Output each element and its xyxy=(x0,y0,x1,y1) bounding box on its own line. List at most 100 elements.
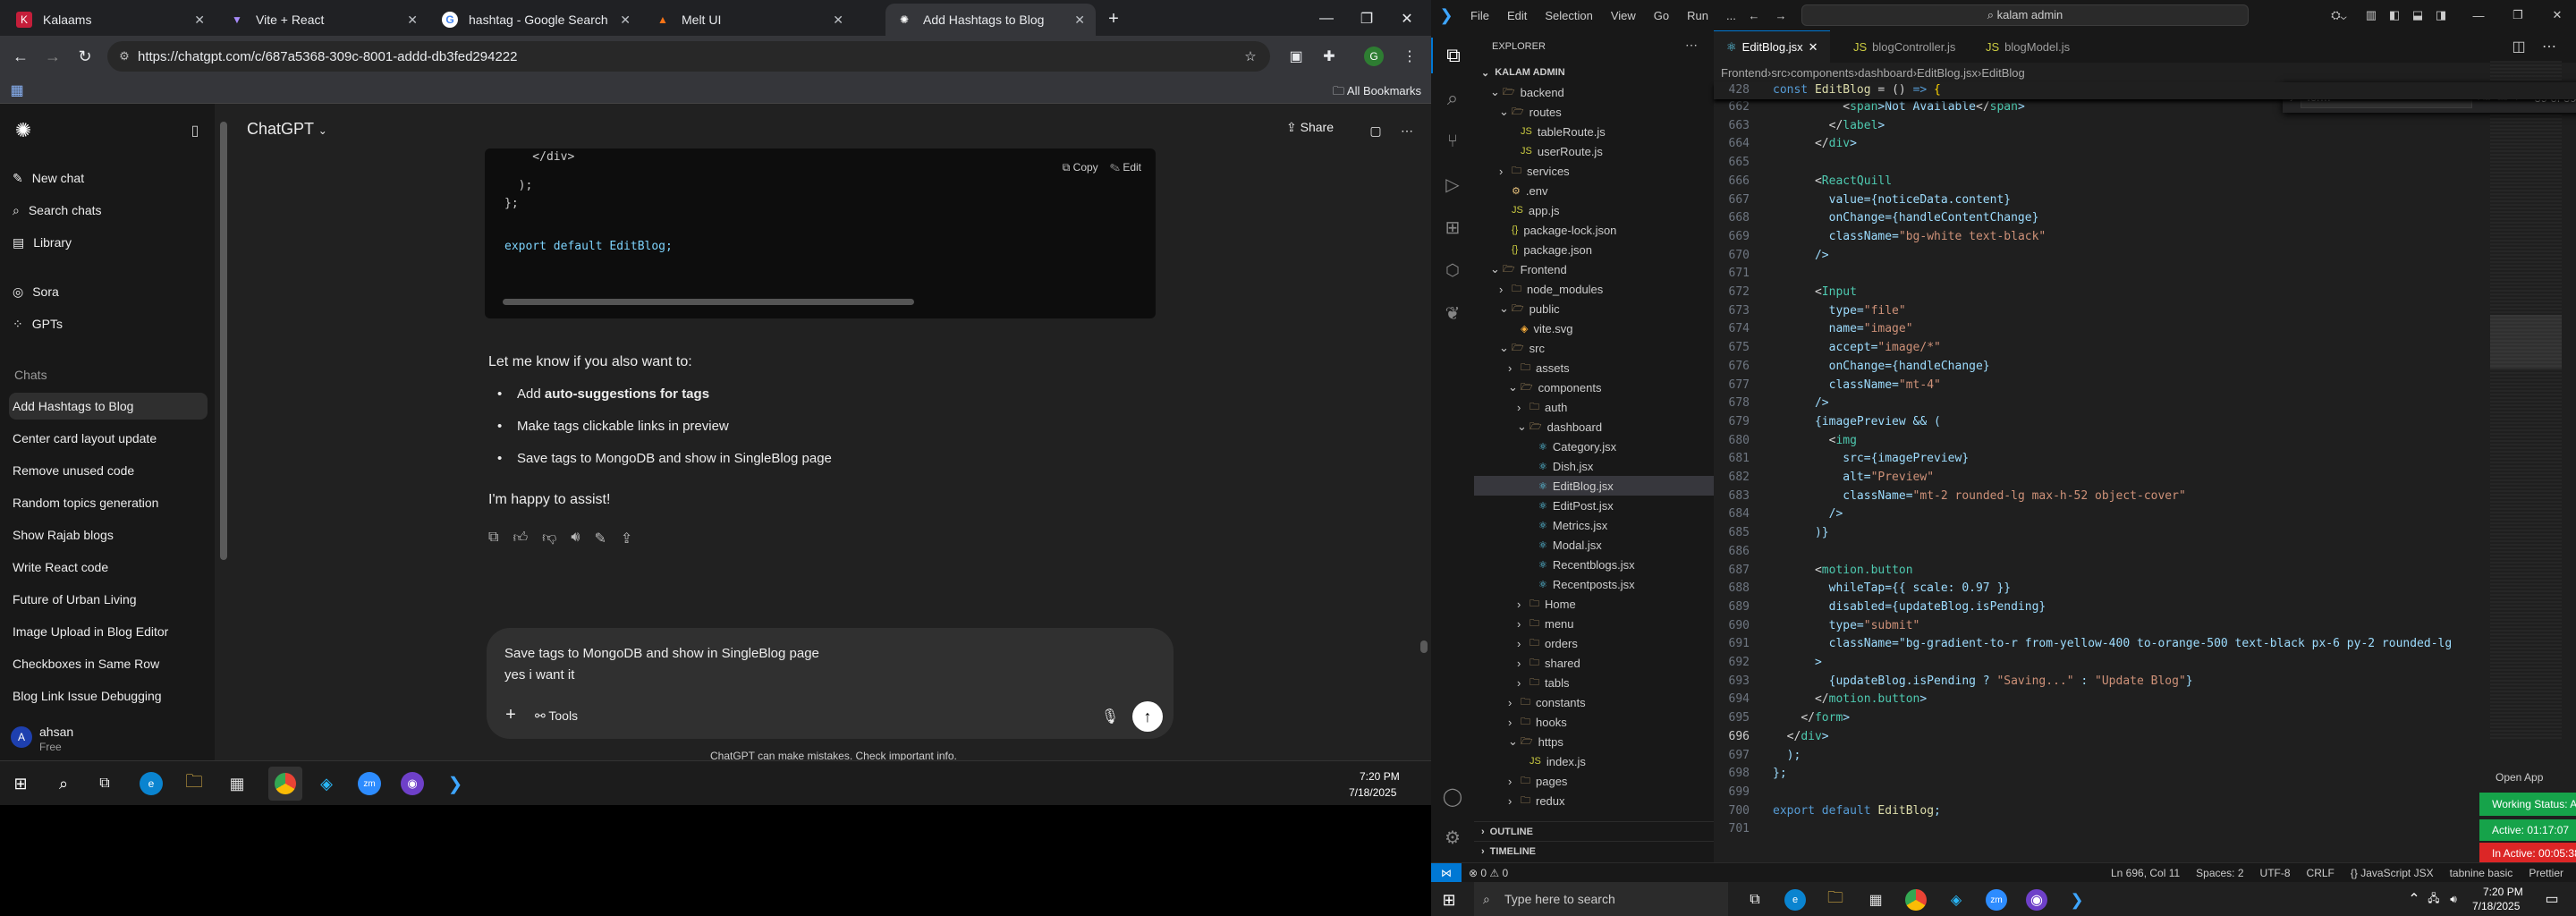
forward-arrow-icon[interactable]: → xyxy=(1771,5,1791,25)
extension-icon[interactable]: ▣ xyxy=(1286,47,1306,66)
tree-file[interactable]: JS index.js xyxy=(1474,751,1714,771)
breadcrumb-item[interactable]: components xyxy=(1791,66,1854,80)
tree-file[interactable]: ⚙ .env xyxy=(1474,181,1714,200)
share-button[interactable]: ⇪ Share xyxy=(1286,120,1334,135)
tree-folder[interactable]: ⌄ 🗁 https xyxy=(1474,732,1714,751)
chat-item[interactable]: Blog Link Issue Debugging xyxy=(9,683,208,709)
mongodb-leaf-icon[interactable]: ❦ xyxy=(1431,295,1474,331)
tree-folder[interactable]: › 🗀 auth xyxy=(1474,397,1714,417)
tree-file[interactable]: ⚛ Dish.jsx xyxy=(1474,456,1714,476)
tree-folder[interactable]: ⌄ 🗁 dashboard xyxy=(1474,417,1714,437)
taskbar-search-input[interactable]: ⌕ Type here to search xyxy=(1474,882,1728,916)
run-debug-icon[interactable]: ▷ xyxy=(1431,166,1474,202)
thumbs-up-icon[interactable]: 👍︎ xyxy=(513,530,528,547)
speaker-icon[interactable]: 🔊︎ xyxy=(571,530,580,547)
task-view-icon[interactable]: ⧉ xyxy=(95,774,114,793)
store-icon[interactable]: ▦ xyxy=(1865,889,1886,911)
message-composer[interactable]: Save tags to MongoDB and show in SingleB… xyxy=(487,628,1174,739)
close-icon[interactable]: ✕ xyxy=(1809,40,1818,55)
volume-icon[interactable]: 🔊︎ xyxy=(2445,891,2462,907)
status-item[interactable]: Spaces: 2 xyxy=(2196,867,2243,879)
tree-file[interactable]: ⚛ Modal.jsx xyxy=(1474,535,1714,555)
source-control-icon[interactable]: ⑂ xyxy=(1431,123,1474,159)
chat-item[interactable]: Random topics generation xyxy=(9,489,208,516)
menu-more[interactable]: ... xyxy=(1726,9,1736,22)
account-icon[interactable]: ◯ xyxy=(1431,778,1474,814)
outline-section[interactable]: › OUTLINE xyxy=(1474,821,1714,841)
tree-folder[interactable]: › 🗀 assets xyxy=(1474,358,1714,377)
new-chat-button[interactable]: ✎ New chat xyxy=(9,165,208,191)
chat-item[interactable]: Checkboxes in Same Row xyxy=(9,650,208,677)
breadcrumb-item[interactable]: Frontend xyxy=(1721,66,1767,80)
status-item[interactable]: Prettier xyxy=(2529,867,2563,879)
minimap-slider[interactable] xyxy=(2490,315,2562,369)
extensions-puzzle-icon[interactable]: ✚ xyxy=(1319,47,1339,66)
chat-item[interactable]: Center card layout update xyxy=(9,425,208,452)
url-input[interactable]: ⚙ https://chatgpt.com/c/687a5368-309c-80… xyxy=(107,41,1270,72)
copy-icon[interactable]: ⧉ xyxy=(488,530,498,547)
close-icon[interactable]: ✕ xyxy=(194,13,205,28)
all-bookmarks[interactable]: 🗀 All Bookmarks xyxy=(1333,83,1421,103)
breadcrumb-item[interactable]: dashboard xyxy=(1858,66,1912,80)
tree-folder[interactable]: › 🗀 menu xyxy=(1474,614,1714,633)
remote-explorer-icon[interactable]: ⬡ xyxy=(1431,252,1474,288)
tab-vite[interactable]: ▼ Vite + React ✕ xyxy=(218,4,428,36)
tree-file[interactable]: ◈ vite.svg xyxy=(1474,318,1714,338)
thumbs-down-icon[interactable]: 👎︎ xyxy=(542,530,556,547)
microphone-icon[interactable]: 🎙︎ xyxy=(1100,707,1120,726)
breadcrumb-item[interactable]: EditBlog.jsx xyxy=(1917,66,1978,80)
tree-file[interactable]: JS userRoute.js xyxy=(1474,141,1714,161)
tree-folder[interactable]: › 🗀 tabls xyxy=(1474,673,1714,692)
vscode-icon[interactable]: ❯ xyxy=(2066,889,2088,911)
tree-folder[interactable]: › 🗀 Home xyxy=(1474,594,1714,614)
edit-code-button[interactable]: ✎ Edit xyxy=(1110,161,1141,174)
file-explorer-icon[interactable]: 🗀 xyxy=(182,772,206,795)
close-icon[interactable]: ✕ xyxy=(1074,13,1085,28)
edit-icon[interactable]: ✎ xyxy=(595,530,606,547)
zoom-icon[interactable]: zm xyxy=(358,772,381,795)
menu-edit[interactable]: Edit xyxy=(1507,9,1527,22)
tree-file[interactable]: JS app.js xyxy=(1474,200,1714,220)
tab-editblog[interactable]: ⚛ EditBlog.jsx ✕ xyxy=(1714,30,1831,63)
chat-item[interactable]: Image Upload in Blog Editor xyxy=(9,618,208,645)
open-app-button[interactable]: Open App xyxy=(2496,771,2543,784)
tree-file[interactable]: JS tableRoute.js xyxy=(1474,122,1714,141)
copilot-icon[interactable]: ⛭⌄ xyxy=(2326,5,2352,25)
maximize-icon[interactable]: ❐ xyxy=(1355,7,1378,30)
project-root[interactable]: ⌄ KALAM ADMIN xyxy=(1474,63,1714,82)
breadcrumb-item[interactable]: EditBlog xyxy=(1981,66,2024,80)
tree-file[interactable]: ⚛ Recentblogs.jsx xyxy=(1474,555,1714,574)
minimap[interactable] xyxy=(2490,61,2562,741)
status-item[interactable]: {} JavaScript JSX xyxy=(2351,867,2434,879)
tray-chevron-icon[interactable]: ⌃ xyxy=(2406,891,2422,907)
chat-item[interactable]: Show Rajab blogs xyxy=(9,522,208,548)
notifications-icon[interactable]: ▭ xyxy=(2544,891,2560,907)
tree-folder[interactable]: › 🗀 redux xyxy=(1474,791,1714,810)
settings-gear-icon[interactable]: ⚙ xyxy=(1431,819,1474,855)
github-icon[interactable]: ◉ xyxy=(401,772,424,795)
task-view-icon[interactable]: ⧉ xyxy=(1744,889,1766,911)
profile-avatar[interactable]: G xyxy=(1364,47,1384,66)
chrome-menu-icon[interactable]: ⋮ xyxy=(1400,47,1419,66)
reload-icon[interactable]: ↻ xyxy=(73,45,97,68)
library-button[interactable]: ▤ Library xyxy=(9,229,208,256)
close-icon[interactable]: ✕ xyxy=(407,13,418,28)
chrome-icon[interactable] xyxy=(268,767,302,801)
tree-folder[interactable]: › 🗀 hooks xyxy=(1474,712,1714,732)
github-icon[interactable]: ◉ xyxy=(2026,889,2047,911)
model-selector[interactable]: ChatGPT ⌄ xyxy=(247,120,327,139)
breadcrumb-item[interactable]: src xyxy=(1771,66,1786,80)
chat-item[interactable]: Remove unused code xyxy=(9,457,208,484)
menu-selection[interactable]: Selection xyxy=(1545,9,1592,22)
extensions-icon[interactable]: ⊞ xyxy=(1431,209,1474,245)
tree-folder[interactable]: ⌄ 🗁 src xyxy=(1474,338,1714,358)
file-explorer-icon[interactable]: 🗀 xyxy=(1825,888,1846,911)
tree-folder[interactable]: ⌄ 🗁 components xyxy=(1474,377,1714,397)
minimize-icon[interactable]: — xyxy=(2469,5,2488,25)
network-icon[interactable]: 🖧 xyxy=(2426,891,2442,907)
search-icon[interactable]: ⌕ xyxy=(1431,81,1474,116)
timeline-section[interactable]: › TIMELINE xyxy=(1474,841,1714,861)
tree-folder[interactable]: › 🗀 pages xyxy=(1474,771,1714,791)
code-hscrollbar[interactable] xyxy=(503,299,914,305)
new-tab-icon[interactable]: + xyxy=(1102,7,1125,30)
